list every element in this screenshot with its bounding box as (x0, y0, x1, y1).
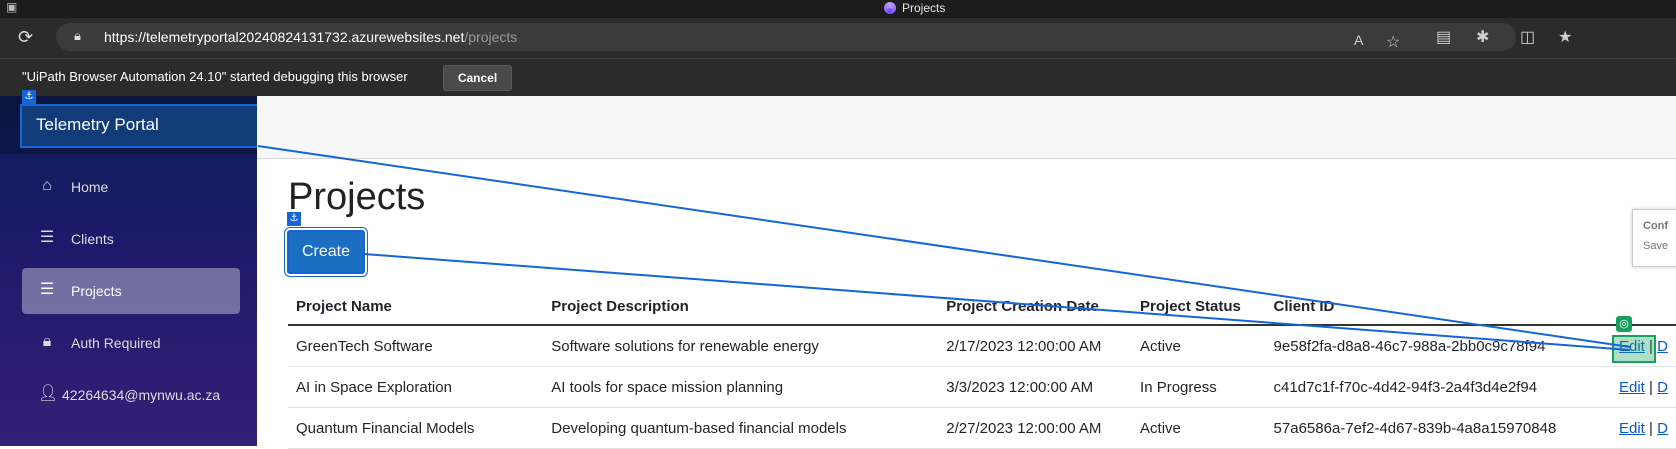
page-title: Projects (288, 176, 426, 218)
create-button[interactable]: Create (284, 227, 368, 277)
app-menu-icon[interactable]: ▣ (6, 0, 17, 14)
tab-title: Projects (902, 1, 946, 15)
project-name-cell: Quantum Financial Models (288, 407, 544, 449)
table-header-row: Project Name Project Description Project… (288, 288, 1676, 326)
client-id-cell: 57a6586a-7ef2-4d67-839b-4a8a15970848 (1265, 407, 1611, 449)
list-icon: ☰ (39, 281, 55, 298)
list-icon: ☰ (39, 229, 55, 246)
browser-tab-favicon-icon (884, 2, 896, 14)
dialog-line-2: Save (1643, 240, 1669, 252)
separator: | (1649, 378, 1653, 396)
delete-link[interactable]: D (1657, 420, 1668, 437)
creation-date-cell: 2/17/2023 12:00:00 AM (938, 325, 1133, 367)
extensions-icon[interactable]: ✱ (1476, 27, 1489, 47)
partial-side-dialog: Conf Save (1632, 209, 1676, 267)
target-icon: ◎ (1616, 316, 1632, 332)
address-bar[interactable]: 🔒︎ https://telemetryportal20240824131732… (56, 23, 1516, 51)
lock-icon[interactable]: 🔒︎ (74, 28, 81, 44)
sidebar-item-home[interactable]: ⌂ Home (22, 164, 240, 210)
dialog-line-1: Conf (1643, 220, 1669, 232)
sidebar-item-auth-required[interactable]: 🔒︎ Auth Required (22, 320, 240, 366)
column-header: Client ID (1265, 288, 1611, 326)
status-cell: Active (1132, 407, 1266, 449)
table-row: GreenTech Software Software solutions fo… (288, 325, 1676, 367)
column-header: Project Description (543, 288, 939, 326)
target-highlight (1612, 335, 1656, 363)
window-title-bar: ▣ Projects (0, 0, 1676, 18)
url-text[interactable]: https://telemetryportal20240824131732.az… (104, 29, 517, 45)
split-screen-icon[interactable]: ◫ (1520, 27, 1535, 47)
delete-link[interactable]: D (1657, 338, 1668, 355)
column-header: Project Creation Date (938, 288, 1133, 326)
sidebar-item-projects[interactable]: ☰ Projects (22, 268, 240, 314)
actions-cell: Edit | D (1611, 407, 1676, 449)
status-cell: Active (1132, 325, 1266, 367)
table-row: Quantum Financial Models Developing quan… (288, 407, 1676, 449)
cancel-debug-button[interactable]: Cancel (443, 65, 512, 91)
project-name-cell: AI in Space Exploration (288, 366, 544, 408)
top-row (257, 96, 1676, 159)
debugging-message: "UiPath Browser Automation 24.10" starte… (22, 69, 408, 84)
projects-table: Project Name Project Description Project… (288, 288, 1676, 449)
project-description-cell: Developing quantum-based financial model… (543, 407, 939, 449)
anchor-icon: ⚓︎ (287, 212, 301, 226)
edit-link[interactable]: Edit (1619, 379, 1645, 396)
anchor-icon: ⚓︎ (22, 90, 36, 104)
creation-date-cell: 3/3/2023 12:00:00 AM (938, 366, 1133, 408)
debugging-info-bar: "UiPath Browser Automation 24.10" starte… (0, 58, 1676, 97)
separator: | (1649, 419, 1653, 437)
brand-link[interactable]: Telemetry Portal (20, 104, 260, 148)
project-description-cell: Software solutions for renewable energy (543, 325, 939, 367)
client-id-cell: 9e58f2fa-d8a8-46c7-988a-2bb0c9c78f94 (1265, 325, 1611, 367)
read-aloud-icon[interactable]: A (1354, 32, 1363, 48)
reload-icon[interactable]: ⟳ (18, 27, 33, 48)
brand-title: Telemetry Portal (36, 115, 159, 134)
document-icon[interactable]: ▤ (1436, 27, 1451, 47)
column-header: Project Name (288, 288, 544, 326)
creation-date-cell: 2/27/2023 12:00:00 AM (938, 407, 1133, 449)
home-icon: ⌂ (42, 177, 52, 194)
client-id-cell: c41d7c1f-f70c-4d42-94f3-2a4f3d4e2f94 (1265, 366, 1611, 408)
delete-link[interactable]: D (1657, 379, 1668, 396)
actions-cell: Edit | D (1611, 366, 1676, 408)
user-icon: 👤︎ (38, 385, 59, 402)
sidebar-item-clients[interactable]: ☰ Clients (22, 216, 240, 262)
project-description-cell: AI tools for space mission planning (543, 366, 939, 408)
favorites-icon[interactable]: ★ (1558, 27, 1572, 47)
sidebar: Telemetry Portal ⚓︎ ⌂ Home ☰ Clients ☰ P… (0, 90, 260, 446)
lock-icon: 🔒︎ (42, 333, 52, 350)
brand-area: Telemetry Portal ⚓︎ (0, 90, 260, 154)
sidebar-item-user[interactable]: 👤︎ 42264634@mynwu.ac.za (22, 372, 240, 418)
status-cell: In Progress (1132, 366, 1266, 408)
edit-link[interactable]: Edit (1619, 420, 1645, 437)
favorite-star-icon[interactable]: ☆ (1386, 32, 1400, 52)
column-header: Project Status (1132, 288, 1266, 326)
project-name-cell: GreenTech Software (288, 325, 544, 367)
browser-toolbar: ⟳ 🔒︎ https://telemetryportal202408241317… (0, 18, 1676, 58)
table-row: AI in Space Exploration AI tools for spa… (288, 366, 1676, 408)
